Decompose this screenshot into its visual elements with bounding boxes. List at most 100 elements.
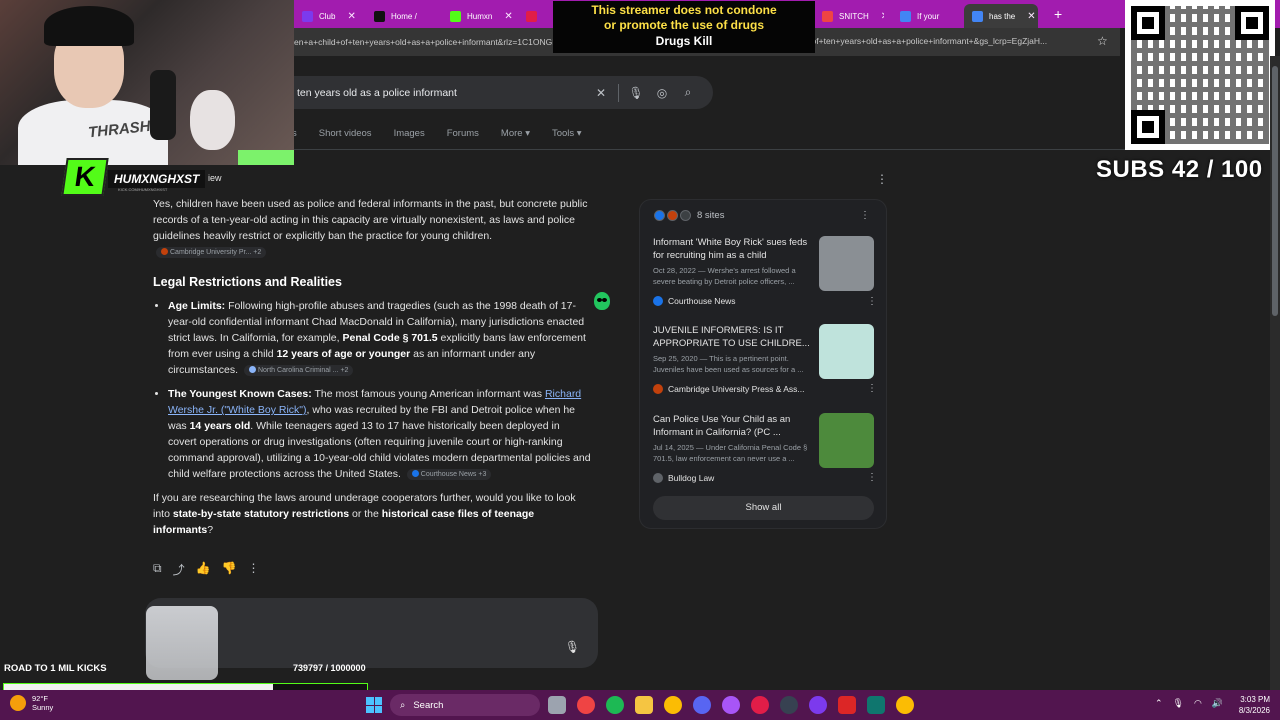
more-options-icon[interactable]: ⋮ xyxy=(248,561,260,578)
scrollbar[interactable] xyxy=(1270,56,1280,690)
discord-icon[interactable] xyxy=(693,696,711,714)
disclaimer-overlay: This streamer does not condone or promot… xyxy=(553,1,815,53)
source-site-name: Bulldog Law xyxy=(668,473,715,483)
clear-icon[interactable]: ✕ xyxy=(588,86,614,100)
search-input[interactable]: ten years old as a police informant xyxy=(297,87,588,99)
ai-overview-label: iew xyxy=(208,173,222,183)
bullet-title: The Youngest Known Cases: xyxy=(168,388,312,400)
music-app-icon[interactable] xyxy=(577,696,595,714)
source-title[interactable]: JUVENILE INFORMERS: IS IT APPROPRIATE TO… xyxy=(653,324,813,350)
opera-icon[interactable] xyxy=(751,696,769,714)
mic-icon[interactable]: 🎙 xyxy=(1173,698,1184,709)
show-all-button[interactable]: Show all xyxy=(653,496,874,520)
windows-start-icon[interactable] xyxy=(366,697,382,713)
more-options-icon[interactable]: ⋮ xyxy=(867,296,877,307)
new-tab-button[interactable]: + xyxy=(1046,6,1070,22)
filter-forums[interactable]: Forums xyxy=(447,128,479,139)
filter-images[interactable]: Images xyxy=(394,128,425,139)
chrome-icon[interactable] xyxy=(664,696,682,714)
terminal-icon[interactable] xyxy=(867,696,885,714)
taskbar-search[interactable]: ⌕ Search xyxy=(390,694,540,716)
more-options-icon[interactable]: ⋮ xyxy=(860,210,870,221)
citation-chip[interactable]: North Carolina Criminal ... +2 xyxy=(243,364,354,376)
lens-icon[interactable]: ◎ xyxy=(649,86,675,100)
browser-tab[interactable]: SNITCH ✕ xyxy=(814,4,884,28)
citation-chip[interactable]: Courthouse News +3 xyxy=(406,468,492,480)
source-site: Courthouse News xyxy=(653,296,874,306)
disclaimer-line-2: or promote the use of drugs xyxy=(603,18,764,32)
tab-favicon-icon xyxy=(822,10,833,22)
close-tab-icon[interactable]: ✕ xyxy=(951,11,952,22)
source-snippet: Jul 14, 2025 — Under California Penal Co… xyxy=(653,443,808,463)
filter-tools[interactable]: Tools ▾ xyxy=(552,128,582,139)
task-view-icon[interactable] xyxy=(548,696,566,714)
source-card[interactable]: JUVENILE INFORMERS: IS IT APPROPRIATE TO… xyxy=(653,324,877,394)
weather-widget[interactable]: 92°F Sunny xyxy=(10,694,53,712)
browser-tab[interactable]: ✕ xyxy=(518,4,544,28)
mic-icon[interactable]: 🎙 xyxy=(565,640,580,654)
plush-toy-image xyxy=(190,90,235,150)
close-tab-icon[interactable]: ✕ xyxy=(881,11,884,22)
close-tab-icon[interactable]: ✕ xyxy=(1027,11,1035,22)
app-icon[interactable] xyxy=(838,696,856,714)
kicks-count: 739797 / 1000000 xyxy=(293,663,366,673)
more-options-icon[interactable]: ⋮ xyxy=(867,472,877,483)
source-site: Cambridge University Press & Ass... xyxy=(653,384,874,394)
clock-time: 3:03 PM xyxy=(1240,695,1270,704)
tab-favicon-icon xyxy=(972,10,983,22)
browser-tab[interactable]: Humxn ✕ xyxy=(442,4,512,28)
source-card[interactable]: Informant 'White Boy Rick' sues feds for… xyxy=(653,236,877,307)
chrome-icon[interactable] xyxy=(896,696,914,714)
citation-chip[interactable]: Cambridge University Pr... +2 xyxy=(156,246,267,258)
search-box[interactable]: ten years old as a police informant ✕ 🎙 … xyxy=(285,76,713,109)
close-tab-icon[interactable]: ✕ xyxy=(504,11,512,22)
source-site-name: Courthouse News xyxy=(668,296,736,306)
close-tab-icon[interactable]: ✕ xyxy=(347,11,355,22)
clock-date: 8/3/2026 xyxy=(1238,706,1270,715)
file-explorer-icon[interactable] xyxy=(635,696,653,714)
source-title[interactable]: Informant 'White Boy Rick' sues feds for… xyxy=(653,236,813,262)
wifi-icon[interactable]: ◠ xyxy=(1194,698,1202,709)
sources-header[interactable]: 8 sites xyxy=(654,210,724,221)
copy-icon[interactable]: ⧉ xyxy=(153,561,162,578)
volume-icon[interactable]: 🔊 xyxy=(1212,698,1223,709)
bookmark-star-icon[interactable]: ☆ xyxy=(1097,34,1108,48)
share-icon[interactable]: ⤴ xyxy=(173,561,185,578)
citation-favicon-icon xyxy=(411,470,419,478)
browser-tab[interactable]: If your ✕ xyxy=(892,4,952,28)
source-favicon-icon xyxy=(680,210,691,221)
kick-logo-icon: K xyxy=(61,158,109,196)
browser-tab[interactable]: Home /✕ xyxy=(366,4,424,28)
filter-more[interactable]: More ▾ xyxy=(501,128,530,139)
browser-tab[interactable]: has the ✕ xyxy=(964,4,1038,28)
source-thumbnail-image[interactable] xyxy=(819,324,874,379)
spotify-icon[interactable] xyxy=(606,696,624,714)
tab-label: If your xyxy=(917,11,940,21)
kicks-goal-label: ROAD TO 1 MIL KICKS xyxy=(4,663,107,674)
citation-favicon-icon xyxy=(248,366,256,374)
more-options-icon[interactable]: ⋮ xyxy=(867,383,877,394)
obs-icon[interactable] xyxy=(780,696,798,714)
source-favicon-icon xyxy=(654,210,665,221)
chevron-up-icon[interactable]: ⌃ xyxy=(1155,698,1163,709)
source-thumbnail-image[interactable] xyxy=(819,236,874,291)
disclaimer-line-3: Drugs Kill xyxy=(655,34,713,48)
mic-icon[interactable]: 🎙 xyxy=(623,86,649,100)
thumbs-down-icon[interactable]: 👎 xyxy=(222,561,237,578)
app-icon[interactable] xyxy=(809,696,827,714)
filter-short-videos[interactable]: Short videos xyxy=(319,128,372,139)
source-thumbnail-image[interactable] xyxy=(819,413,874,468)
citation-chip-more: +2 xyxy=(253,248,262,256)
app-icon[interactable] xyxy=(722,696,740,714)
scrollbar-thumb[interactable] xyxy=(1272,66,1278,316)
source-title[interactable]: Can Police Use Your Child as an Informan… xyxy=(653,413,813,439)
search-icon[interactable]: ⌕ xyxy=(675,85,701,100)
more-options-icon[interactable]: ⋮ xyxy=(876,172,888,186)
clock[interactable]: 3:03 PM 8/3/2026 xyxy=(1230,694,1270,716)
bullet-text: The most famous young American informant… xyxy=(311,388,545,400)
section-heading: Legal Restrictions and Realities xyxy=(153,275,342,289)
source-card[interactable]: Can Police Use Your Child as an Informan… xyxy=(653,413,877,483)
browser-tab[interactable]: Club ✕ xyxy=(294,4,364,28)
sources-count: 8 sites xyxy=(697,210,725,221)
thumbs-up-icon[interactable]: 👍 xyxy=(196,561,211,578)
